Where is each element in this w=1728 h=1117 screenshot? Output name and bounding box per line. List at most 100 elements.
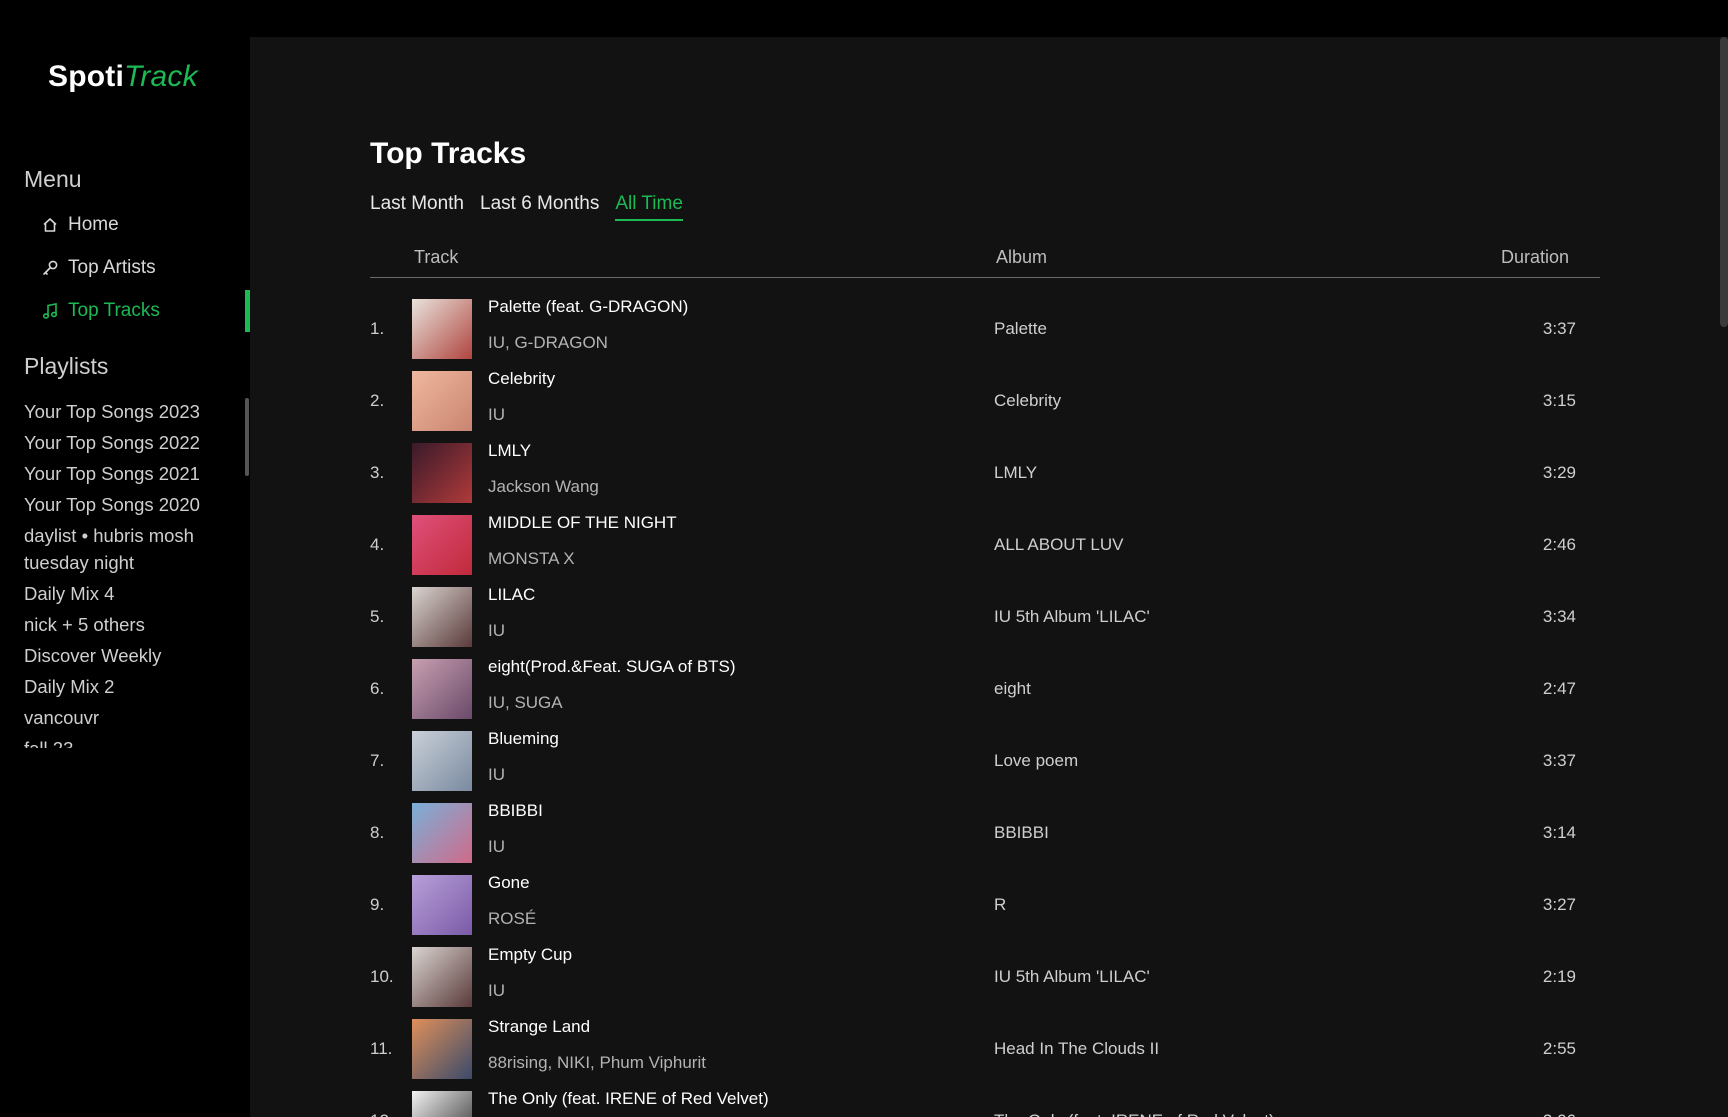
album-cover xyxy=(412,803,472,863)
playlist-item[interactable]: vancouvr xyxy=(24,702,224,733)
track-artists[interactable]: IU, SUGA xyxy=(488,693,563,713)
track-name[interactable]: Strange Land xyxy=(488,1017,590,1037)
track-rank: 1. xyxy=(370,319,385,338)
track-rank: 3. xyxy=(370,463,385,482)
track-artists[interactable]: IU xyxy=(488,405,505,425)
playlist-item[interactable]: Discover Weekly xyxy=(24,640,224,671)
track-artists[interactable]: ROSÉ xyxy=(488,909,536,929)
logo-text-accent: Track xyxy=(124,60,198,93)
tab-last-6-months[interactable]: Last 6 Months xyxy=(480,193,599,221)
sidebar-item-label: Top Tracks xyxy=(68,300,160,321)
music-note-icon xyxy=(40,301,60,321)
track-artists[interactable]: IU xyxy=(488,837,505,857)
sidebar-item-label: Top Artists xyxy=(68,257,156,278)
table-row[interactable]: 6. eight(Prod.&Feat. SUGA of BTS) IU, SUGA… xyxy=(370,653,1600,725)
track-album[interactable]: eight xyxy=(994,679,1031,699)
app-logo[interactable]: SpotiTrack xyxy=(48,60,198,94)
track-name[interactable]: Celebrity xyxy=(488,369,555,389)
track-artists[interactable]: IU xyxy=(488,765,505,785)
track-duration: 2:55 xyxy=(1542,1039,1576,1058)
track-name[interactable]: Blueming xyxy=(488,729,559,749)
playlist-item[interactable]: nick + 5 others xyxy=(24,609,224,640)
playlists-heading: Playlists xyxy=(24,353,109,379)
track-album[interactable]: LMLY xyxy=(994,463,1037,483)
playlist-item[interactable]: Daily Mix 4 xyxy=(24,578,224,609)
main-scrollbar[interactable] xyxy=(1720,37,1728,327)
playlist-item[interactable]: Your Top Songs 2020 xyxy=(24,489,224,520)
album-cover xyxy=(412,1091,472,1117)
track-duration: 3:06 xyxy=(1543,1111,1576,1117)
playlist-item[interactable]: Your Top Songs 2022 xyxy=(24,427,224,458)
playlist-item[interactable]: Your Top Songs 2021 xyxy=(24,458,224,489)
playlist-item[interactable]: Daily Mix 2 xyxy=(24,671,224,702)
track-duration: 3:34 xyxy=(1542,607,1576,626)
sidebar-item-top-tracks[interactable]: Top Tracks xyxy=(40,290,250,332)
table-row[interactable]: 10. Empty Cup IU IU 5th Album 'LILAC' 2:19 xyxy=(370,941,1600,1013)
track-album[interactable]: The Only (feat. IRENE of Red Velvet) xyxy=(994,1111,1275,1117)
track-artists[interactable]: IU xyxy=(488,621,505,641)
sidebar-scrollbar[interactable] xyxy=(245,398,249,476)
sidebar-item-top-artists[interactable]: Top Artists xyxy=(40,247,250,289)
logo-text-main: Spoti xyxy=(48,60,124,93)
track-name[interactable]: eight(Prod.&Feat. SUGA of BTS) xyxy=(488,657,736,677)
track-album[interactable]: IU 5th Album 'LILAC' xyxy=(994,967,1150,987)
sidebar-item-home[interactable]: Home xyxy=(40,204,250,246)
track-name[interactable]: MIDDLE OF THE NIGHT xyxy=(488,513,677,533)
track-rank: 10. xyxy=(370,967,394,986)
album-cover xyxy=(412,1019,472,1079)
track-artists[interactable]: IU xyxy=(488,981,505,1001)
track-name[interactable]: Empty Cup xyxy=(488,945,572,965)
playlist-item[interactable]: daylist • hubris mosh tuesday night xyxy=(24,522,224,576)
table-row[interactable]: 7. Blueming IU Love poem 3:37 xyxy=(370,725,1600,797)
track-name[interactable]: LMLY xyxy=(488,441,531,461)
table-row[interactable]: 5. LILAC IU IU 5th Album 'LILAC' 3:34 xyxy=(370,581,1600,653)
track-duration: 2:46 xyxy=(1542,535,1576,554)
track-rank: 7. xyxy=(370,751,385,770)
table-row[interactable]: 9. Gone ROSÉ R 3:27 xyxy=(370,869,1600,941)
sidebar: SpotiTrack Menu Home Top Artists Top Tra… xyxy=(0,0,250,1117)
track-duration: 3:27 xyxy=(1542,895,1576,914)
track-name[interactable]: The Only (feat. IRENE of Red Velvet) xyxy=(488,1089,769,1109)
track-duration: 3:37 xyxy=(1542,751,1576,770)
track-name[interactable]: BBIBBI xyxy=(488,801,543,821)
track-rank: 6. xyxy=(370,679,385,698)
album-cover xyxy=(412,659,472,719)
track-name[interactable]: LILAC xyxy=(488,585,535,605)
track-artists[interactable]: MONSTA X xyxy=(488,549,575,569)
track-duration: 3:29 xyxy=(1542,463,1576,482)
table-row[interactable]: 1. Palette (feat. G-DRAGON) IU, G-DRAGON Pa… xyxy=(370,293,1600,365)
table-row[interactable]: 8. BBIBBI IU BBIBBI 3:14 xyxy=(370,797,1600,869)
tab-all-time[interactable]: All Time xyxy=(615,193,683,221)
track-album[interactable]: Celebrity xyxy=(994,391,1061,411)
track-album[interactable]: Love poem xyxy=(994,751,1078,771)
table-row[interactable]: 2. Celebrity IU Celebrity 3:15 xyxy=(370,365,1600,437)
track-album[interactable]: Head In The Clouds II xyxy=(994,1039,1159,1059)
sidebar-item-label: Home xyxy=(68,214,119,235)
track-rank: 12. xyxy=(370,1111,394,1117)
track-artists[interactable]: Jackson Wang xyxy=(488,477,599,497)
column-header-track: Track xyxy=(414,247,459,267)
playlist-list[interactable]: Your Top Songs 2023 Your Top Songs 2022 … xyxy=(24,396,224,748)
column-header-duration: Duration xyxy=(1501,247,1570,267)
track-name[interactable]: Gone xyxy=(488,873,530,893)
main-content: Top Tracks Last Month Last 6 Months All … xyxy=(250,37,1728,1117)
table-row[interactable]: 11. Strange Land 88rising, NIKI, Phum Viph… xyxy=(370,1013,1600,1085)
table-row[interactable]: 4. MIDDLE OF THE NIGHT MONSTA X ALL ABOUT L… xyxy=(370,509,1600,581)
track-album[interactable]: R xyxy=(994,895,1006,915)
track-artists[interactable]: 88rising, NIKI, Phum Viphurit xyxy=(488,1053,706,1073)
track-name[interactable]: Palette (feat. G-DRAGON) xyxy=(488,297,688,317)
track-album[interactable]: BBIBBI xyxy=(994,823,1049,843)
track-album[interactable]: ALL ABOUT LUV xyxy=(994,535,1123,555)
track-duration: 2:19 xyxy=(1542,967,1576,986)
table-row[interactable]: 12. The Only (feat. IRENE of Red Velvet) T… xyxy=(370,1085,1600,1117)
track-album[interactable]: Palette xyxy=(994,319,1047,339)
playlist-item[interactable]: Your Top Songs 2023 xyxy=(24,396,224,427)
track-album[interactable]: IU 5th Album 'LILAC' xyxy=(994,607,1150,627)
tab-last-month[interactable]: Last Month xyxy=(370,193,464,221)
table-row[interactable]: 3. LMLY Jackson Wang LMLY 3:29 xyxy=(370,437,1600,509)
track-artists[interactable]: IU, G-DRAGON xyxy=(488,333,608,353)
playlist-item[interactable]: fall 23 xyxy=(24,733,224,748)
track-rank: 8. xyxy=(370,823,385,842)
track-rank: 9. xyxy=(370,895,385,914)
menu-heading: Menu xyxy=(24,166,82,192)
